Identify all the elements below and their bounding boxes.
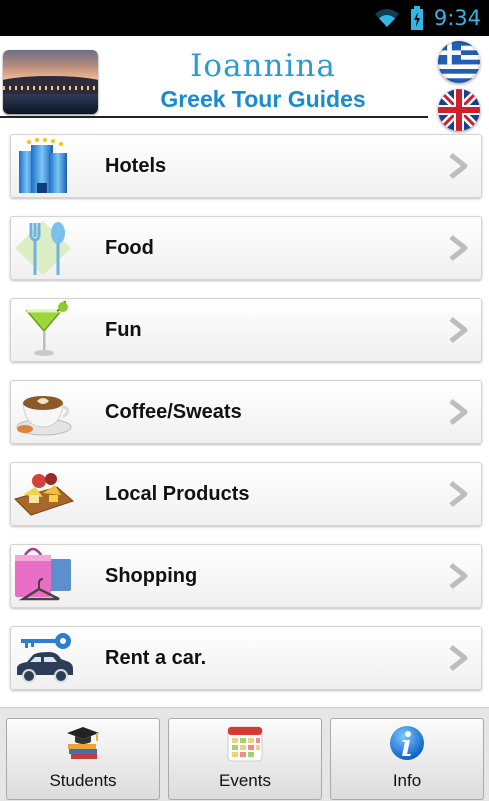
- chevron-right-icon: [449, 153, 468, 179]
- app-subtitle: Greek Tour Guides: [160, 86, 366, 112]
- chevron-right-icon: [449, 317, 468, 343]
- calendar-icon: [227, 726, 263, 762]
- menu-item-coffee-sweats[interactable]: Coffee/Sweats: [10, 380, 482, 444]
- menu-item-label: Local Products: [105, 483, 250, 505]
- menu-item-rent-a-car[interactable]: Rent a car.: [10, 626, 482, 690]
- tab-label: Info: [392, 771, 422, 790]
- menu-item-label: Shopping: [105, 565, 198, 587]
- header-divider: [0, 116, 428, 118]
- menu-item-shopping[interactable]: Shopping: [10, 544, 482, 608]
- menu-item-label: Food: [105, 237, 154, 259]
- chevron-right-icon: [449, 645, 468, 671]
- app-header: Ioannina Greek Tour Guides: [0, 36, 489, 122]
- uk-flag-icon[interactable]: [438, 89, 480, 131]
- cutlery-icon: [15, 221, 71, 275]
- menu-item-label: Coffee/Sweats: [105, 401, 242, 423]
- menu-item-label: Fun: [105, 319, 142, 341]
- status-time: 9:34: [433, 6, 481, 30]
- app-title: Ioannina: [190, 48, 336, 84]
- tab-events[interactable]: Events: [168, 718, 322, 800]
- car-key-icon: [17, 633, 73, 683]
- graduation-cap-books-icon: [67, 727, 99, 759]
- status-bar: 9:34: [0, 0, 489, 36]
- coffee-cup-icon: [16, 396, 72, 436]
- wifi-icon: [374, 9, 399, 27]
- chevron-right-icon: [449, 563, 468, 589]
- chevron-right-icon: [449, 399, 468, 425]
- chevron-right-icon: [449, 481, 468, 507]
- info-icon: [390, 726, 424, 760]
- tab-info[interactable]: Info: [330, 718, 484, 800]
- battery-icon: [410, 6, 423, 30]
- menu-item-food[interactable]: Food: [10, 216, 482, 280]
- cheese-board-icon: [14, 473, 74, 516]
- bottom-tab-bar: Students Events Info: [0, 707, 489, 801]
- menu-item-hotels[interactable]: Hotels: [10, 134, 482, 198]
- hotel-icon: [19, 138, 67, 193]
- status-icons: 9:34: [374, 5, 481, 31]
- menu-item-label: Hotels: [105, 155, 167, 177]
- tab-students[interactable]: Students: [6, 718, 160, 800]
- cocktail-icon: [25, 301, 68, 356]
- menu-item-local-products[interactable]: Local Products: [10, 462, 482, 526]
- greek-flag-icon[interactable]: [438, 41, 480, 83]
- ioannina-lake-photo: [3, 50, 98, 114]
- menu-item-label: Rent a car.: [105, 647, 207, 669]
- tab-label: Events: [219, 771, 271, 790]
- menu-item-fun[interactable]: Fun: [10, 298, 482, 362]
- chevron-right-icon: [449, 235, 468, 261]
- shopping-bag-icon: [15, 547, 71, 601]
- tab-label: Students: [49, 771, 117, 790]
